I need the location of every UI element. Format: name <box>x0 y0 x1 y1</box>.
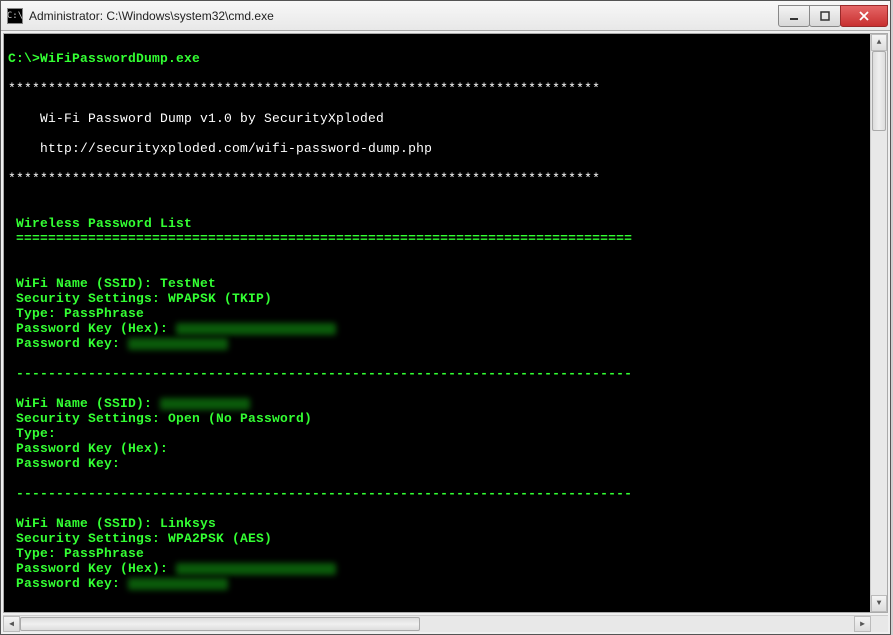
chevron-left-icon: ◀ <box>9 619 14 629</box>
scroll-right-button[interactable]: ▶ <box>854 616 871 632</box>
hscroll-thumb[interactable] <box>20 617 420 631</box>
cmd-icon-glyph: C:\ <box>7 11 23 21</box>
cmd-icon: C:\ <box>7 8 23 24</box>
vscroll-track[interactable] <box>871 51 887 595</box>
hscroll-track[interactable] <box>20 616 854 632</box>
scroll-up-button[interactable]: ▲ <box>871 34 887 51</box>
chevron-up-icon: ▲ <box>877 38 882 47</box>
vertical-scrollbar[interactable]: ▲ ▼ <box>870 34 887 612</box>
titlebar[interactable]: C:\ Administrator: C:\Windows\system32\c… <box>1 1 890 31</box>
minimize-button[interactable] <box>778 5 810 27</box>
maximize-icon <box>820 11 830 21</box>
chevron-down-icon: ▼ <box>877 599 882 608</box>
content-area: C:\>WiFiPasswordDump.exe ***************… <box>1 31 890 634</box>
vscroll-thumb[interactable] <box>872 51 886 131</box>
scroll-down-button[interactable]: ▼ <box>871 595 887 612</box>
scroll-left-button[interactable]: ◀ <box>3 616 20 632</box>
terminal-wrap: C:\>WiFiPasswordDump.exe ***************… <box>3 33 888 613</box>
window-controls <box>779 5 888 27</box>
scroll-corner <box>871 616 888 632</box>
terminal-output[interactable]: C:\>WiFiPasswordDump.exe ***************… <box>4 34 870 612</box>
close-button[interactable] <box>840 5 888 27</box>
cmd-window: C:\ Administrator: C:\Windows\system32\c… <box>0 0 891 635</box>
horizontal-scrollbar[interactable]: ◀ ▶ <box>3 615 888 632</box>
minimize-icon <box>789 11 799 21</box>
window-title: Administrator: C:\Windows\system32\cmd.e… <box>29 9 779 23</box>
close-icon <box>858 11 870 21</box>
maximize-button[interactable] <box>809 5 841 27</box>
chevron-right-icon: ▶ <box>860 619 865 629</box>
